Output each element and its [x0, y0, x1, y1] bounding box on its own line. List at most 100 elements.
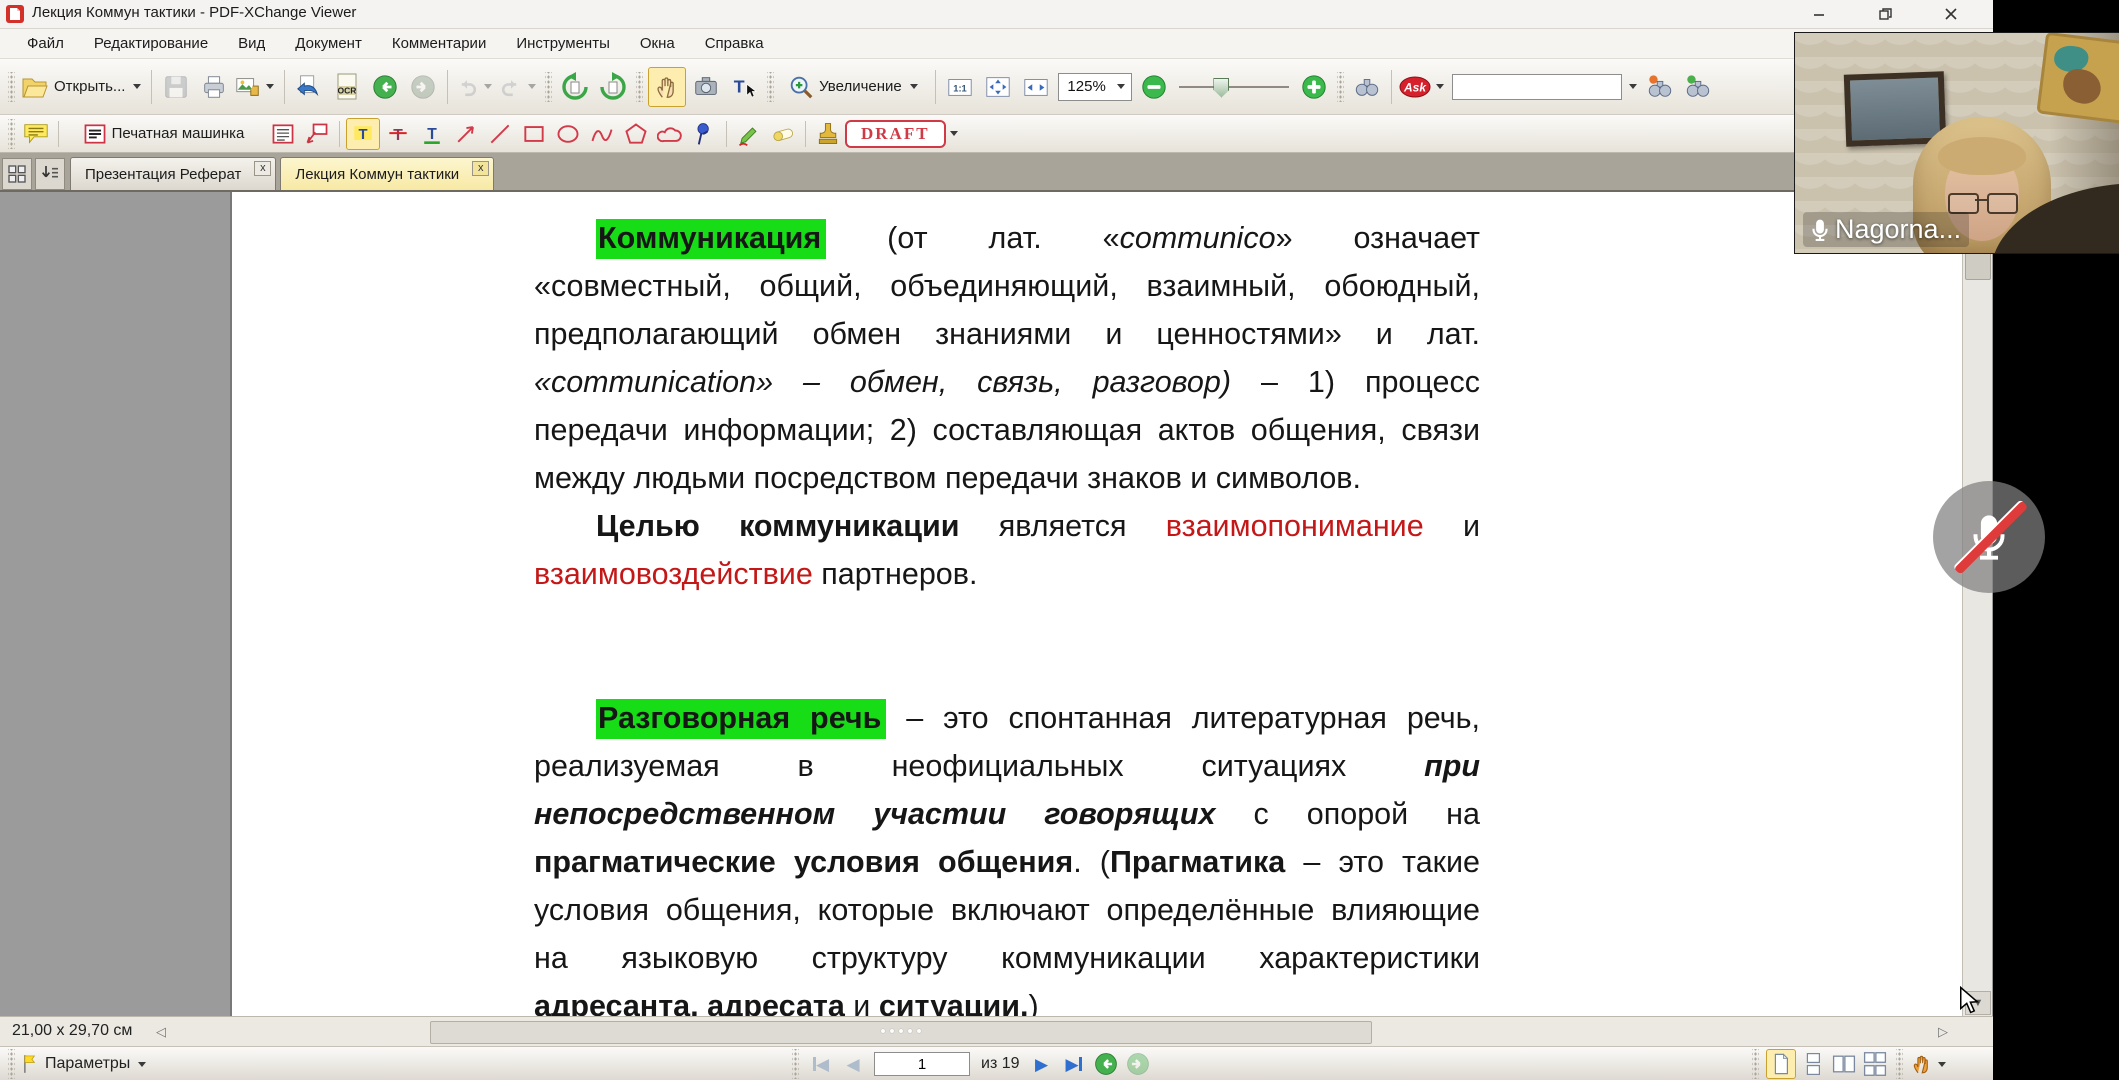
rectangle-tool-button[interactable] — [518, 119, 550, 149]
menu-item-3[interactable]: Документ — [280, 31, 377, 56]
attach-file-button[interactable] — [688, 119, 720, 149]
print-button[interactable] — [196, 68, 232, 106]
polygon-tool-button[interactable] — [620, 119, 652, 149]
typewriter-button[interactable]: Печатная машинка — [65, 119, 265, 149]
select-text-button[interactable]: T — [726, 68, 762, 106]
continuous-facing-layout-button[interactable] — [1861, 1050, 1889, 1078]
zoom-slider-thumb[interactable] — [1213, 78, 1229, 98]
go-forward-button[interactable] — [405, 68, 441, 106]
continuous-layout-button[interactable] — [1799, 1050, 1827, 1078]
zoom-slider[interactable] — [1179, 74, 1289, 100]
pencil-tool-button[interactable] — [733, 119, 765, 149]
menu-item-4[interactable]: Комментарии — [377, 31, 501, 56]
ocr-button[interactable]: OCR — [329, 68, 365, 106]
restore-button[interactable] — [1864, 0, 1906, 27]
single-page-layout-button[interactable] — [1766, 1049, 1796, 1079]
zoom-out-button[interactable] — [1136, 68, 1172, 106]
redo-button[interactable] — [498, 68, 540, 106]
rotate-right-button[interactable] — [595, 68, 631, 106]
go-back-button[interactable] — [367, 68, 403, 106]
search-web-button[interactable] — [1642, 68, 1678, 106]
toolbar-grip[interactable] — [792, 1049, 799, 1079]
view-forward-button[interactable] — [1124, 1050, 1152, 1078]
zoom-in-button[interactable] — [1296, 68, 1332, 106]
first-page-button[interactable]: ◀ — [807, 1050, 835, 1078]
strikeout-text-button[interactable]: T — [382, 119, 414, 149]
minimize-button[interactable] — [1798, 0, 1840, 27]
toolbar-grip[interactable] — [1896, 1049, 1903, 1079]
menu-item-7[interactable]: Справка — [690, 31, 779, 56]
sticky-note-button[interactable] — [20, 119, 52, 149]
stamp-dropdown-icon[interactable] — [950, 131, 958, 136]
facing-layout-button[interactable] — [1830, 1050, 1858, 1078]
tab-prezentaciya-referat[interactable]: Презентация Реферат x — [70, 157, 276, 190]
ask-dropdown-icon — [1436, 84, 1444, 89]
view-back-button[interactable] — [1092, 1050, 1120, 1078]
webcam-overlay[interactable]: Nagorna... — [1795, 33, 2119, 253]
page-number-input[interactable] — [874, 1052, 970, 1076]
previous-page-button[interactable]: ◀ — [839, 1050, 867, 1078]
search-document-button[interactable] — [1680, 68, 1716, 106]
stamp-tool-button[interactable] — [812, 119, 844, 149]
microphone-muted-indicator[interactable] — [1933, 481, 2045, 593]
ask-search-provider-button[interactable]: Ask — [1398, 68, 1448, 106]
scroll-right-arrow[interactable]: ▷ — [1932, 1021, 1954, 1043]
document-text-line: предполагающий обмен знаниями и ценностя… — [534, 310, 1480, 358]
scroll-left-arrow[interactable]: ◁ — [150, 1021, 172, 1043]
actual-size-button[interactable]: 1:1 — [942, 68, 978, 106]
callout-button[interactable] — [301, 119, 333, 149]
export-image-button[interactable] — [234, 68, 278, 106]
search-dropdown-icon[interactable] — [1629, 84, 1637, 89]
open-button[interactable]: Открыть... — [20, 68, 145, 106]
vertical-scrollbar[interactable]: ▲ ▼ — [1962, 192, 1992, 1016]
pan-mode-button[interactable] — [1910, 1050, 1950, 1078]
menu-item-1[interactable]: Редактирование — [79, 31, 223, 56]
options-label: Параметры — [45, 1055, 130, 1073]
toolbar-grip[interactable] — [1752, 1049, 1759, 1079]
next-page-button[interactable]: ▶ — [1028, 1050, 1056, 1078]
rotate-left-button[interactable] — [557, 68, 593, 106]
fit-width-button[interactable] — [1018, 68, 1054, 106]
fit-page-button[interactable] — [980, 68, 1016, 106]
options-button[interactable]: Параметры — [19, 1050, 150, 1078]
oval-tool-button[interactable] — [552, 119, 584, 149]
search-input[interactable] — [1452, 74, 1622, 100]
tab-close-icon[interactable]: x — [254, 161, 271, 176]
menu-item-0[interactable]: Файл — [12, 31, 79, 56]
cloud-tool-button[interactable] — [654, 119, 686, 149]
toolbar-grip[interactable] — [636, 72, 643, 102]
toolbar-grip[interactable] — [767, 72, 774, 102]
toolbar-grip[interactable] — [8, 119, 15, 149]
horizontal-scroll-thumb[interactable] — [430, 1021, 1372, 1044]
tab-lekciya-kommun-taktiki[interactable]: Лекция Коммун тактики x — [280, 157, 494, 190]
polyline-tool-button[interactable] — [586, 119, 618, 149]
draft-stamp-preview[interactable]: DRAFT — [845, 120, 946, 148]
toolbar-grip[interactable] — [1337, 72, 1344, 102]
document-view[interactable]: Коммуникация (от лат. «communico» означа… — [0, 192, 1993, 1016]
zoom-tool-button[interactable]: Увеличение — [779, 68, 929, 106]
find-button[interactable] — [1349, 68, 1385, 106]
close-button[interactable] — [1930, 0, 1972, 27]
highlight-text-button[interactable]: T — [346, 118, 380, 150]
toolbar-grip[interactable] — [8, 1049, 15, 1079]
send-button[interactable] — [291, 68, 327, 106]
underline-text-button[interactable]: T — [416, 119, 448, 149]
menu-item-5[interactable]: Инструменты — [501, 31, 625, 56]
arrow-tool-button[interactable] — [450, 119, 482, 149]
menu-item-2[interactable]: Вид — [223, 31, 280, 56]
toolbar-grip[interactable] — [545, 72, 552, 102]
tab-list-icon[interactable] — [35, 158, 65, 190]
toolbar-grip[interactable] — [8, 72, 15, 102]
text-box-button[interactable] — [267, 119, 299, 149]
last-page-button[interactable]: ▶ — [1060, 1050, 1088, 1078]
zoom-level-combo[interactable]: 125% — [1058, 73, 1132, 101]
menu-item-6[interactable]: Окна — [625, 31, 690, 56]
hand-tool-button[interactable] — [648, 67, 686, 107]
line-tool-button[interactable] — [484, 119, 516, 149]
save-button[interactable] — [158, 68, 194, 106]
undo-button[interactable] — [454, 68, 496, 106]
tab-close-icon[interactable]: x — [472, 161, 489, 176]
tile-windows-icon[interactable] — [2, 158, 32, 190]
snapshot-button[interactable] — [688, 68, 724, 106]
eraser-tool-button[interactable] — [767, 119, 799, 149]
